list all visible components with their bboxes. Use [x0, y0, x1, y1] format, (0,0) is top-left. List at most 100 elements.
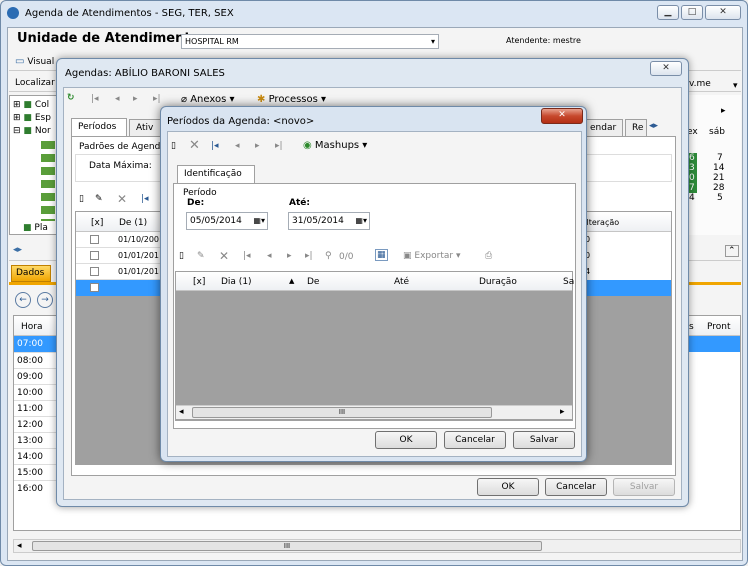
row-checkbox[interactable] — [90, 235, 99, 244]
calendar-day[interactable]: 5 — [717, 193, 723, 203]
next-icon[interactable]: ▸ — [255, 141, 260, 151]
tab-calendar[interactable]: endar — [583, 119, 623, 137]
scroll-left-icon[interactable]: ◂ — [179, 407, 184, 417]
tab-dados[interactable]: Dados — [11, 265, 51, 282]
hour-cell[interactable]: 16:00 — [14, 480, 58, 496]
delete-icon[interactable]: ✕ — [117, 192, 127, 206]
hour-cell[interactable]: 08:00 — [14, 352, 58, 368]
calendar-day[interactable]: 14 — [713, 163, 724, 173]
scroll-grip: III — [338, 408, 346, 416]
hour-cell[interactable]: 15:00 — [14, 464, 58, 480]
grid-view-icon[interactable]: ▦ — [375, 249, 388, 261]
scroll-left-icon[interactable]: ◂ — [17, 541, 22, 551]
prev-icon[interactable]: ◂ — [115, 94, 120, 104]
calendar-day[interactable]: 28 — [713, 183, 724, 193]
periodos-ok-button[interactable]: OK — [375, 431, 437, 449]
ate-date-field[interactable]: 31/05/2014 ▦▾ — [288, 212, 370, 230]
row-checkbox[interactable] — [90, 251, 99, 260]
chevron-down-icon[interactable]: ▾ — [733, 81, 738, 91]
prev-icon[interactable]: ◂ — [235, 141, 240, 151]
delete-icon[interactable]: ✕ — [189, 138, 200, 153]
hour-cell[interactable]: 12:00 — [14, 416, 58, 432]
periodos-close-button[interactable]: ✕ — [541, 108, 583, 124]
periodos-salvar-button[interactable]: Salvar — [513, 431, 575, 449]
tab-periodos[interactable]: Períodos — [71, 118, 127, 136]
first-icon[interactable]: |◂ — [91, 94, 99, 104]
tree-item[interactable]: ⊞ ■ Esp — [13, 113, 51, 123]
globe-icon: ◉ — [303, 140, 312, 151]
folder-icon: ■ — [23, 113, 32, 123]
maximize-button[interactable]: □ — [681, 5, 703, 20]
periodos-cancelar-button[interactable]: Cancelar — [444, 431, 506, 449]
anexos-menu[interactable]: ⌀ Anexos ▾ — [181, 94, 235, 105]
collapse-panel-icon[interactable]: ⌃ — [725, 245, 739, 257]
calendar-day[interactable]: 7 — [717, 153, 723, 163]
calendar-dropdown-icon[interactable]: ▦▾ — [253, 213, 265, 229]
hour-cell[interactable]: 13:00 — [14, 432, 58, 448]
unit-select[interactable]: HOSPITAL RM ▾ — [181, 34, 439, 49]
last-icon[interactable]: ▸| — [305, 251, 313, 261]
tab-ativ[interactable]: Ativ — [129, 119, 163, 137]
de-date-field[interactable]: 05/05/2014 ▦▾ — [186, 212, 268, 230]
hour-cell[interactable]: 14:00 — [14, 448, 58, 464]
tab-scroll-icon[interactable]: ◂▸ — [649, 121, 658, 131]
exportar-menu[interactable]: ▣ Exportar ▾ — [403, 251, 460, 261]
tree-item[interactable]: ⊟ ■ Nor — [13, 126, 51, 136]
dias-scrollbar[interactable]: ◂ III ▸ — [176, 405, 572, 419]
tree-item[interactable]: ■ Pla — [23, 223, 48, 233]
tree-item-label: Pla — [34, 223, 48, 233]
agenda-close-button[interactable]: ✕ — [650, 61, 682, 76]
visual-button[interactable]: ▭ Visual — [15, 56, 54, 68]
last-icon[interactable]: ▸| — [153, 94, 161, 104]
agenda-cancelar-button[interactable]: Cancelar — [545, 478, 607, 496]
mashups-menu[interactable]: ◉ Mashups ▾ — [303, 140, 367, 151]
refresh-icon[interactable]: ↻ — [67, 93, 75, 103]
localizar-label: Localizar — [15, 78, 55, 88]
new-icon[interactable]: ▯ — [179, 251, 184, 261]
row-checkbox[interactable] — [90, 267, 99, 276]
horizontal-scrollbar[interactable]: ◂ III — [13, 539, 741, 553]
row-de: 01/10/200 — [118, 235, 160, 244]
scroll-right-icon[interactable]: ▸ — [560, 407, 565, 417]
minimize-button[interactable]: ▁ — [657, 5, 679, 20]
hour-cell[interactable]: 11:00 — [14, 400, 58, 416]
first-icon[interactable]: |◂ — [211, 141, 219, 151]
agenda-salvar-button[interactable]: Salvar — [613, 478, 675, 496]
calendar-day[interactable]: 21 — [713, 173, 724, 183]
tab-identificacao[interactable]: Identificação — [177, 165, 255, 183]
calendar-header: sáb — [709, 127, 725, 137]
row-checkbox[interactable] — [90, 283, 99, 292]
new-icon[interactable]: ▯ — [79, 194, 84, 204]
print-icon[interactable]: ⎙ — [485, 251, 492, 261]
scroll-thumb[interactable]: III — [192, 407, 492, 418]
tree-item[interactable]: ⊞ ■ Col — [13, 100, 49, 110]
hour-cell[interactable]: 10:00 — [14, 384, 58, 400]
forward-icon[interactable]: → — [37, 292, 53, 308]
first-icon[interactable]: |◂ — [243, 251, 251, 261]
delete-icon[interactable]: ✕ — [219, 249, 229, 263]
close-button[interactable]: ✕ — [705, 5, 741, 20]
hour-col-header: Hora — [21, 322, 43, 332]
tab-re[interactable]: Re — [625, 119, 647, 137]
prev-icon[interactable]: ◂ — [267, 251, 272, 261]
col-ate-header: Até — [394, 277, 410, 287]
last-icon[interactable]: ▸| — [275, 141, 283, 151]
scroll-thumb[interactable]: III — [32, 541, 542, 551]
processos-menu[interactable]: ✱ Processos ▾ — [257, 94, 326, 105]
hour-cell[interactable]: 07:00 — [14, 336, 58, 352]
edit-icon[interactable]: ✎ — [197, 251, 205, 261]
folder-icon: ■ — [23, 126, 32, 136]
first-icon[interactable]: |◂ — [141, 194, 149, 204]
next-icon[interactable]: ▸ — [133, 94, 138, 104]
hour-cell[interactable]: 09:00 — [14, 368, 58, 384]
binoculars-icon[interactable]: ⚲ — [325, 251, 332, 261]
nav-icon[interactable]: ◂▸ — [13, 245, 22, 255]
chevron-right-icon[interactable]: ▸ — [721, 106, 726, 116]
back-icon[interactable]: ← — [15, 292, 31, 308]
new-icon[interactable]: ▯ — [171, 141, 176, 151]
agenda-ok-button[interactable]: OK — [477, 478, 539, 496]
calendar-dropdown-icon[interactable]: ▦▾ — [355, 213, 367, 229]
edit-icon[interactable]: ✎ — [95, 194, 103, 204]
next-icon[interactable]: ▸ — [287, 251, 292, 261]
dias-grid — [175, 271, 573, 421]
